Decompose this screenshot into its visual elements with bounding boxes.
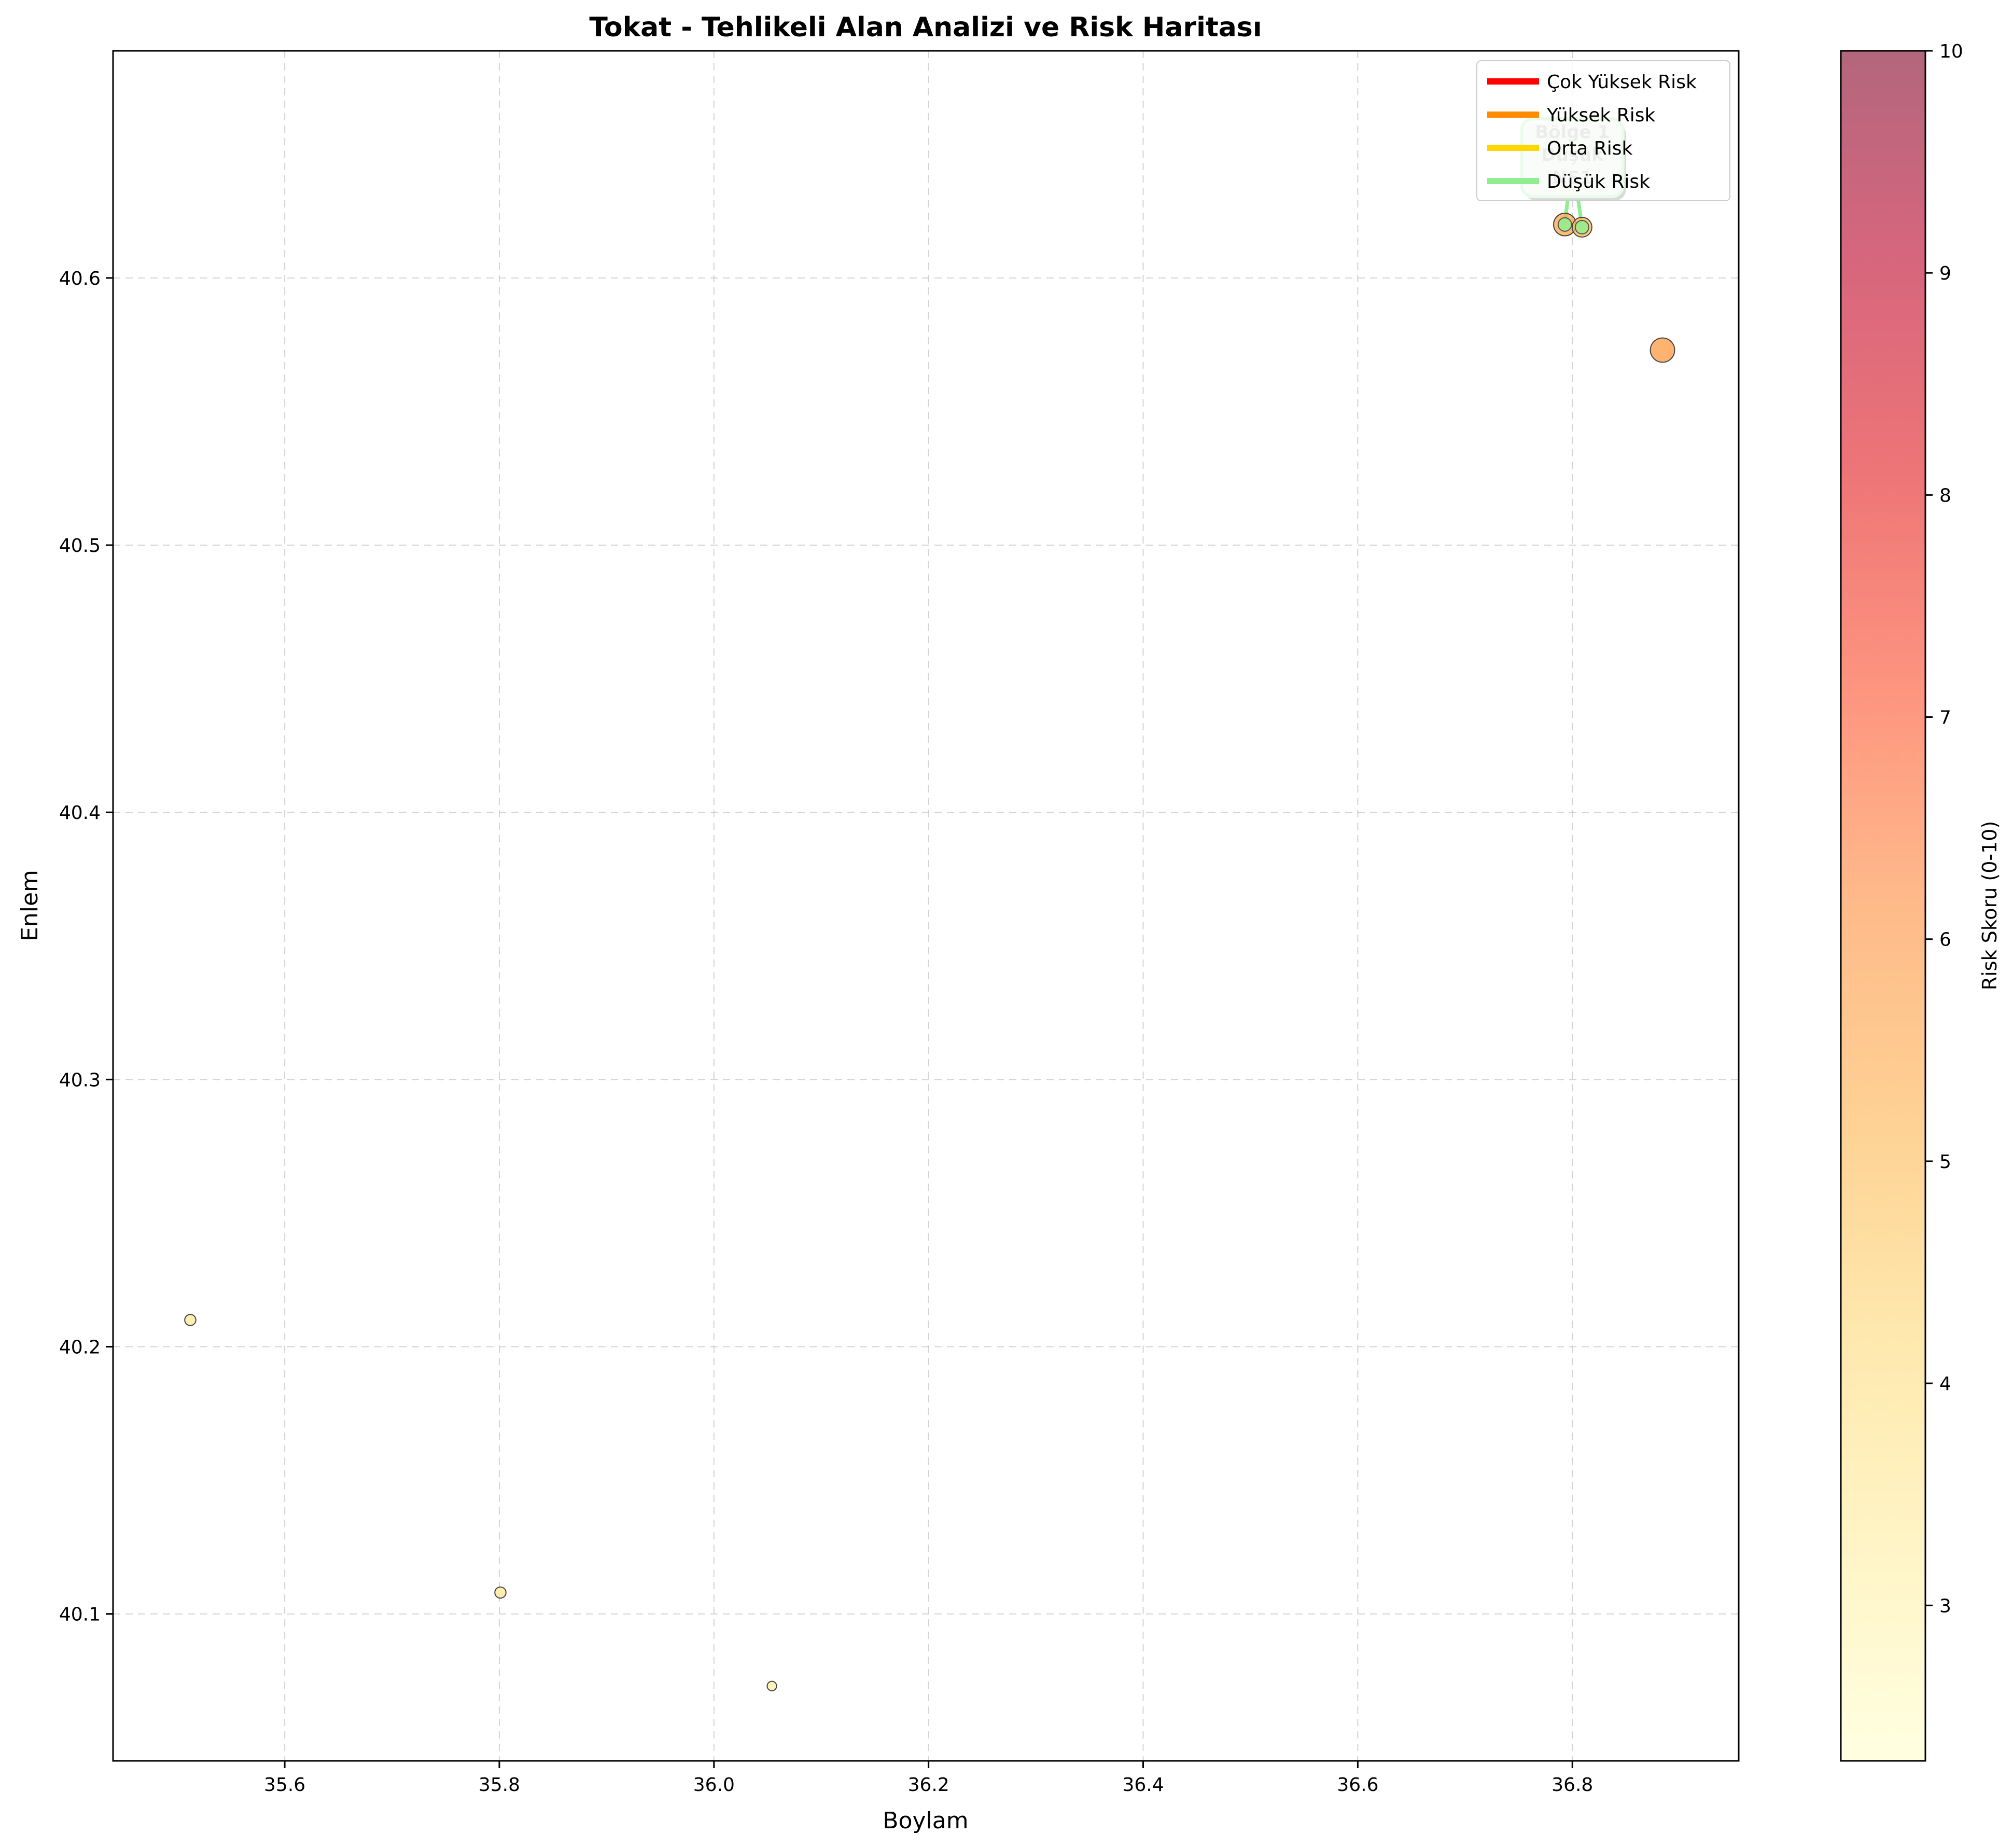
colorbar: 3 4 5 6 7 8 9 10 (1840, 41, 1963, 1762)
grid-lines (113, 51, 1739, 1761)
colorbar-tick-label: 5 (1939, 1151, 1951, 1173)
y-axis-label: Enlem (17, 870, 43, 941)
y-tick-label: 40.1 (59, 1604, 101, 1625)
legend-label: Çok Yüksek Risk (1547, 72, 1697, 93)
data-point (766, 1680, 777, 1691)
colorbar-tick-label: 8 (1939, 485, 1951, 506)
x-axis-label: Boylam (883, 1808, 968, 1834)
x-tick-label: 35.6 (264, 1774, 305, 1796)
y-tick-label: 40.6 (59, 268, 101, 289)
colorbar-gradient (1841, 51, 1925, 1761)
legend-label: Yüksek Risk (1546, 105, 1655, 126)
x-axis-ticks: 35.6 35.8 36.0 36.2 36.4 36.6 36.8 (264, 1761, 1593, 1796)
x-tick-label: 36.4 (1122, 1774, 1164, 1796)
x-tick-label: 36.8 (1551, 1774, 1593, 1796)
data-point (1649, 337, 1675, 363)
colorbar-tick-label: 6 (1939, 929, 1951, 951)
y-axis-ticks: 40.1 40.2 40.3 40.4 40.5 40.6 (59, 268, 113, 1625)
chart-title: Tokat - Tehlikeli Alan Analizi ve Risk H… (589, 12, 1262, 43)
data-marks: Bölge 1DüşükNS1 (184, 117, 1675, 1691)
legend: Çok Yüksek Risk Yüksek Risk Orta Risk Düşük… (1476, 60, 1730, 201)
risk-map-figure: Tokat - Tehlikeli Alan Analizi ve Risk H… (17, 12, 2001, 1834)
colorbar-tick-label: 7 (1939, 707, 1951, 729)
colorbar-label: Risk Skoru (0-10) (1978, 821, 2001, 991)
x-tick-label: 36.2 (908, 1774, 949, 1796)
colorbar-tick-label: 9 (1939, 263, 1951, 284)
colorbar-tick-label: 4 (1939, 1373, 1951, 1395)
low-risk-marker (1574, 220, 1589, 235)
x-tick-label: 36.6 (1337, 1774, 1378, 1796)
low-risk-marker (1557, 217, 1572, 232)
y-tick-label: 40.3 (59, 1069, 101, 1091)
y-tick-label: 40.5 (59, 535, 101, 557)
data-point (494, 1586, 507, 1599)
colorbar-tick-label: 10 (1939, 41, 1963, 62)
colorbar-tick-label: 3 (1939, 1595, 1951, 1617)
legend-label: Düşük Risk (1547, 171, 1650, 192)
y-tick-label: 40.4 (59, 802, 101, 824)
legend-label: Orta Risk (1547, 138, 1633, 159)
x-tick-label: 35.8 (479, 1774, 520, 1796)
data-point (184, 1314, 197, 1326)
x-tick-label: 36.0 (693, 1774, 735, 1796)
plot-area-frame (112, 50, 1740, 1762)
y-tick-label: 40.2 (59, 1337, 101, 1358)
